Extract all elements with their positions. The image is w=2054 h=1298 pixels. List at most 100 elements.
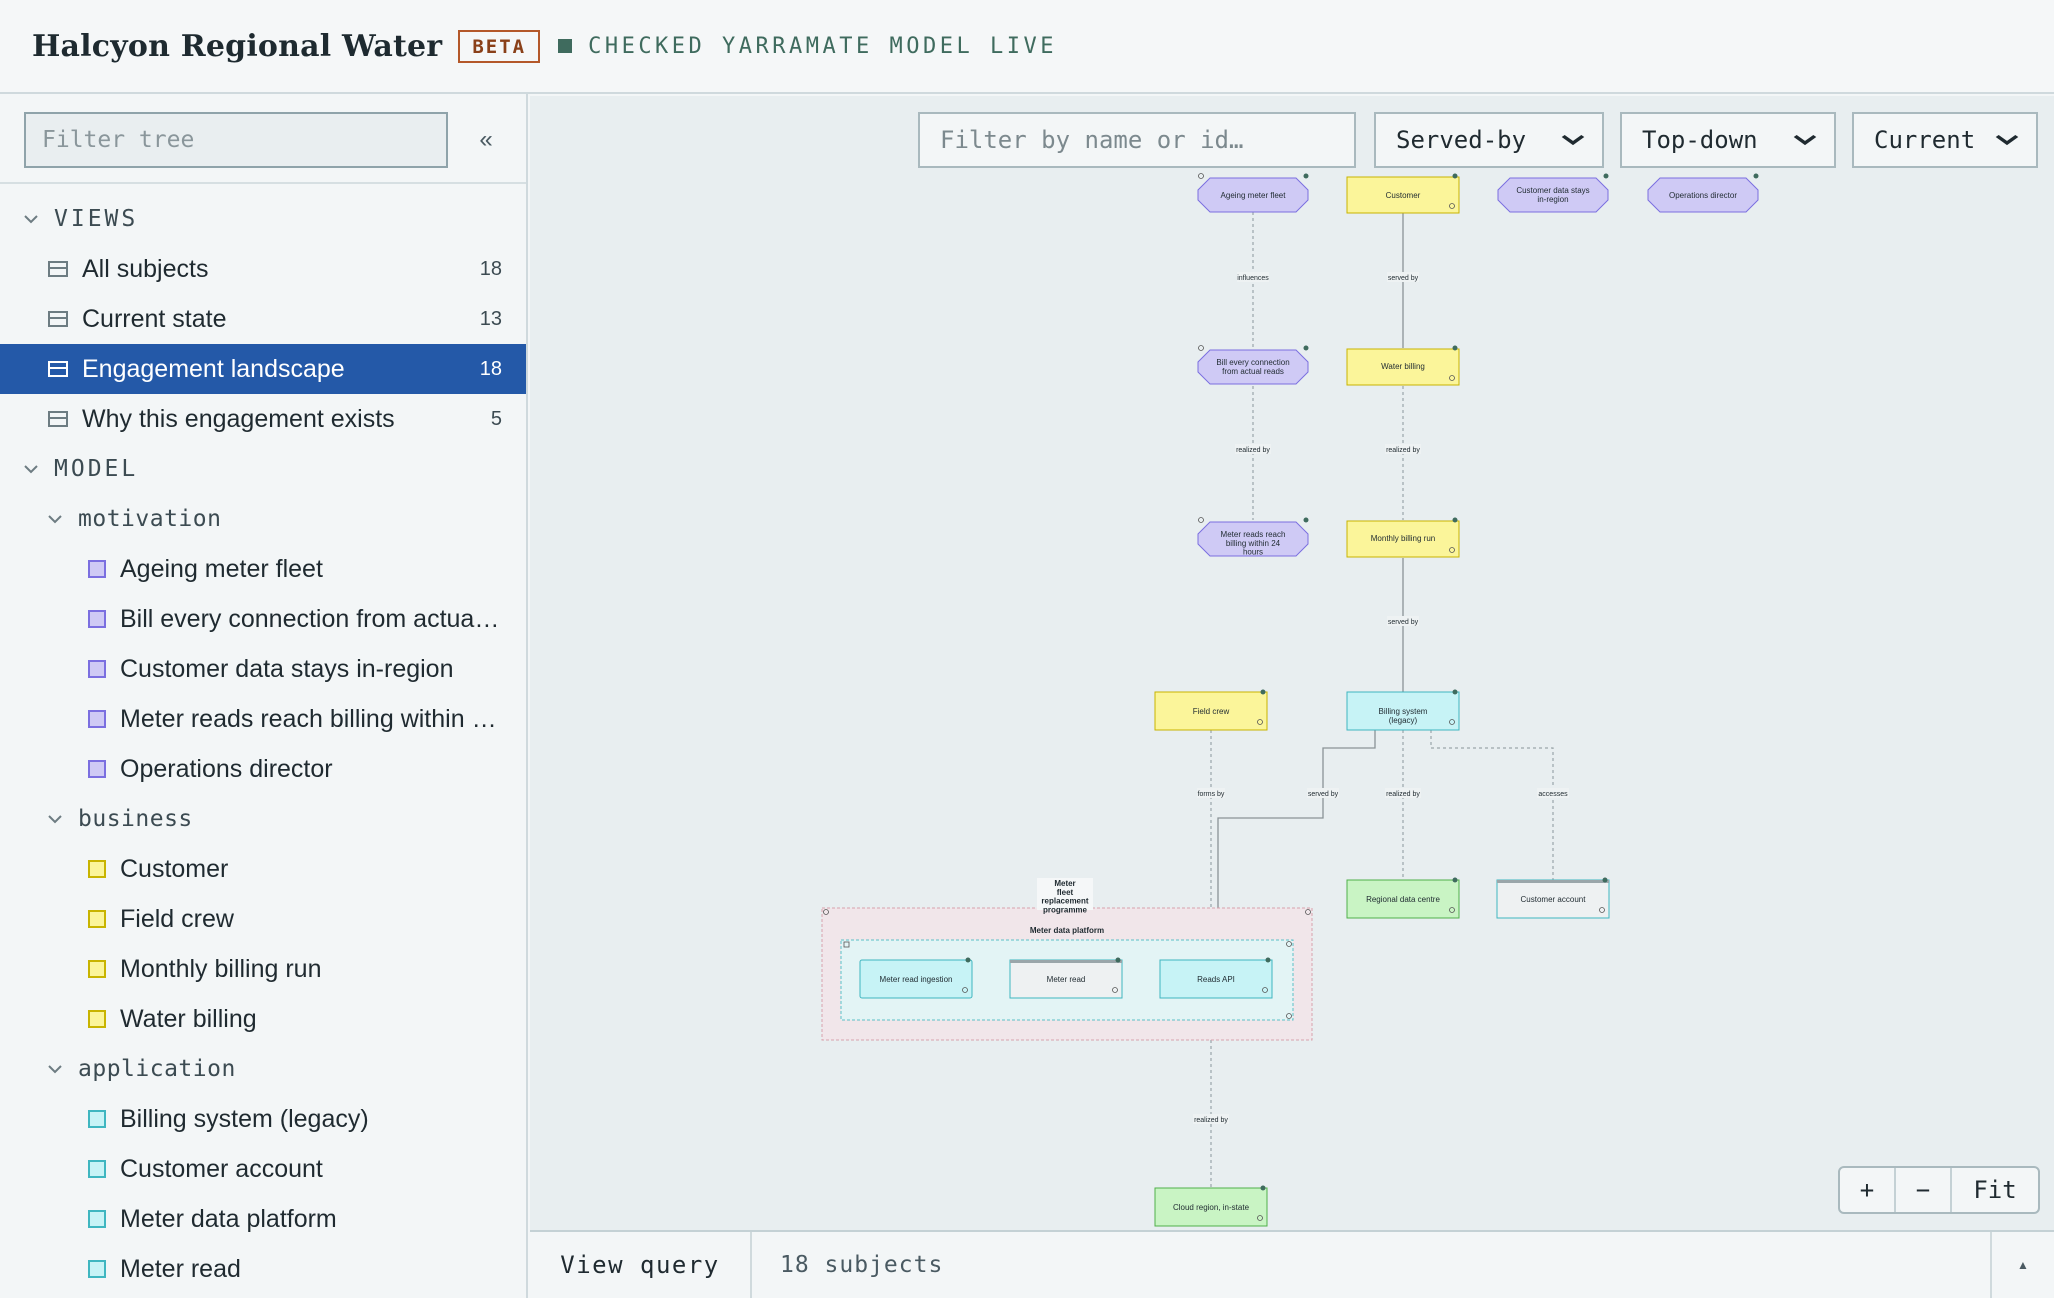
- zoom-fit-button[interactable]: Fit: [1952, 1168, 2038, 1212]
- view-icon: [48, 411, 68, 427]
- view-icon: [48, 261, 68, 277]
- node-customer-account[interactable]: Customer account: [1496, 877, 1610, 919]
- group-application[interactable]: application: [0, 1044, 526, 1094]
- view-item-why-this-engagement-exists[interactable]: Why this engagement exists 5: [0, 394, 526, 444]
- node-bill-every-connection[interactable]: Bill every connection from actual reads: [1197, 345, 1309, 385]
- view-count: 18: [479, 357, 502, 380]
- tree-item[interactable]: Billing system (legacy): [0, 1094, 526, 1144]
- node-reads-api[interactable]: Reads API: [1159, 957, 1273, 999]
- node-label: Customer: [1386, 191, 1421, 200]
- chevron-down-icon: [1792, 130, 1817, 151]
- mdp-container-label: Meter data platform: [1030, 926, 1104, 935]
- edge-label: realized by: [1194, 1117, 1228, 1124]
- diagram-filter-field[interactable]: [918, 112, 1356, 168]
- diagram-filter-input[interactable]: [940, 126, 1334, 154]
- motivation-square-icon: [88, 660, 106, 678]
- group-label: business: [78, 806, 193, 832]
- view-item-all-subjects[interactable]: All subjects 18: [0, 244, 526, 294]
- tree-item[interactable]: Monthly billing run: [0, 944, 526, 994]
- app-title: Halcyon Regional Water: [32, 28, 443, 64]
- edge-label: influences: [1237, 275, 1269, 282]
- view-label: Why this engagement exists: [82, 404, 395, 433]
- tree-item-label: Field crew: [120, 904, 234, 933]
- node-label: Ageing meter fleet: [1221, 191, 1287, 200]
- tree-item[interactable]: Field crew: [0, 894, 526, 944]
- node-customer[interactable]: Customer: [1346, 173, 1460, 214]
- tree-item[interactable]: Customer: [0, 844, 526, 894]
- business-square-icon: [88, 960, 106, 978]
- tree-item[interactable]: Water billing: [0, 994, 526, 1044]
- view-item-current-state[interactable]: Current state 13: [0, 294, 526, 344]
- chevron-down-icon: [48, 514, 70, 524]
- node-meter-reads-within-24-hours[interactable]: Meter reads reach billing within 24 hours: [1197, 517, 1309, 557]
- node-operations-director[interactable]: Operations director: [1647, 173, 1759, 213]
- diagram-canvas[interactable]: .nlbl { font-size: 8px; fill: #1f2a30; }…: [530, 96, 2054, 1230]
- diagram-nodes: Ageing meter fleet Customer Customer dat…: [859, 173, 1759, 1227]
- node-field-crew[interactable]: Field crew: [1154, 689, 1268, 731]
- tree-item[interactable]: Meter read: [0, 1244, 526, 1294]
- direction-select[interactable]: Top-down: [1620, 112, 1836, 168]
- view-label: Current state: [82, 304, 227, 333]
- motivation-square-icon: [88, 760, 106, 778]
- node-label: Meter read ingestion: [880, 975, 953, 984]
- node-label: Cloud region, in-state: [1173, 1203, 1250, 1212]
- node-monthly-billing-run[interactable]: Monthly billing run: [1346, 517, 1460, 558]
- expand-panel-button[interactable]: ▲: [1990, 1232, 2054, 1298]
- node-label: Water billing: [1381, 362, 1425, 371]
- tree-item-label: Customer: [120, 854, 229, 883]
- tree-item-label: Customer data stays in-region: [120, 654, 454, 683]
- chevron-down-icon: [1560, 130, 1585, 151]
- chevron-down-icon: [24, 464, 46, 474]
- tree-item-label: Operations director: [120, 754, 333, 783]
- view-count: 13: [479, 307, 502, 330]
- tree-item-label: Meter data platform: [120, 1204, 337, 1233]
- live-status-icon: [558, 39, 573, 53]
- node-ageing-meter-fleet[interactable]: Ageing meter fleet: [1197, 173, 1309, 213]
- diagram-svg: .nlbl { font-size: 8px; fill: #1f2a30; }…: [821, 173, 1759, 1227]
- chevron-down-icon: [1994, 130, 2019, 151]
- zoom-out-button[interactable]: −: [1896, 1168, 1952, 1212]
- node-billing-system-legacy[interactable]: Billing system (legacy): [1346, 689, 1460, 731]
- motivation-square-icon: [88, 710, 106, 728]
- tree-item[interactable]: Bill every connection from actual reads: [0, 594, 526, 644]
- subject-count: 18 subjects: [780, 1252, 944, 1278]
- live-status-text: CHECKED YARRAMATE MODEL LIVE: [588, 33, 1057, 59]
- view-query-button[interactable]: View query: [530, 1232, 752, 1298]
- view-icon: [48, 361, 68, 377]
- tree-item[interactable]: Operations director: [0, 744, 526, 794]
- node-label: Operations director: [1669, 191, 1737, 200]
- node-water-billing[interactable]: Water billing: [1346, 345, 1460, 386]
- model-section-header[interactable]: MODEL: [0, 444, 526, 494]
- group-business[interactable]: business: [0, 794, 526, 844]
- tree-item[interactable]: Meter data platform: [0, 1194, 526, 1244]
- view-icon: [48, 311, 68, 327]
- relation-select[interactable]: Served-by: [1374, 112, 1604, 168]
- tree-item-label: Customer account: [120, 1154, 323, 1183]
- tree-item-label: Water billing: [120, 1004, 257, 1033]
- tree-item-label: Meter reads reach billing within 24 hour…: [120, 704, 500, 733]
- tree-item[interactable]: Ageing meter fleet: [0, 544, 526, 594]
- application-square-icon: [88, 1210, 106, 1228]
- business-square-icon: [88, 860, 106, 878]
- group-motivation[interactable]: motivation: [0, 494, 526, 544]
- state-select[interactable]: Current: [1852, 112, 2038, 168]
- node-meter-read-ingestion[interactable]: Meter read ingestion: [859, 957, 973, 999]
- views-section-header[interactable]: VIEWS: [0, 194, 526, 244]
- node-label: Meter read: [1047, 975, 1086, 984]
- tree-filter-input[interactable]: [24, 112, 448, 168]
- node-meter-read[interactable]: Meter read: [1009, 957, 1123, 999]
- node-customer-data-stays-in-region[interactable]: Customer data stays in-region: [1497, 173, 1609, 213]
- node-regional-data-centre[interactable]: Regional data centre: [1346, 877, 1460, 919]
- tree-item-label: Billing system (legacy): [120, 1104, 369, 1133]
- tree-item[interactable]: Customer account: [0, 1144, 526, 1194]
- node-cloud-region[interactable]: Cloud region, in-state: [1154, 1185, 1268, 1227]
- view-item-engagement-landscape[interactable]: Engagement landscape 18: [0, 344, 526, 394]
- collapse-sidebar-button[interactable]: «: [468, 118, 504, 162]
- tree-item[interactable]: Meter reads reach billing within 24 hour…: [0, 694, 526, 744]
- business-square-icon: [88, 910, 106, 928]
- edge-label: served by: [1308, 791, 1339, 798]
- chevron-down-icon: [48, 814, 70, 824]
- zoom-in-button[interactable]: +: [1840, 1168, 1896, 1212]
- tree-item[interactable]: Customer data stays in-region: [0, 644, 526, 694]
- relation-select-value: Served-by: [1396, 126, 1527, 154]
